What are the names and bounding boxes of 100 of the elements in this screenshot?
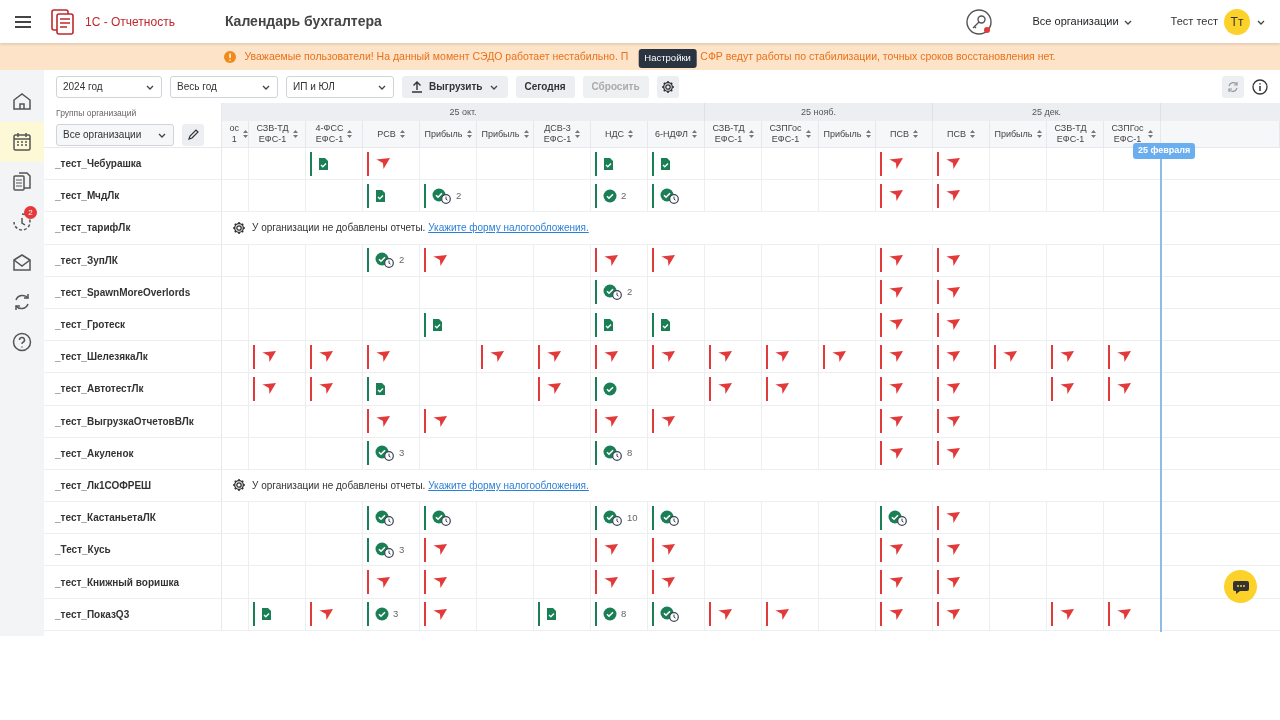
- column-header[interactable]: СЗВ-ТД ЕФС-1: [1047, 121, 1104, 148]
- column-header[interactable]: РСВ: [363, 121, 420, 148]
- column-header[interactable]: СЗПГос ЕФС-1: [1104, 121, 1161, 148]
- sidebar-item[interactable]: 2: [0, 202, 44, 242]
- check-clock-icon[interactable]: [375, 445, 395, 462]
- organization-name[interactable]: _тест_АвтотестЛк: [44, 373, 222, 405]
- period-select[interactable]: Весь год: [170, 75, 278, 98]
- app-name[interactable]: 1С - Отчетность: [85, 12, 175, 31]
- check-circle-icon[interactable]: [603, 188, 617, 203]
- check-clock-icon[interactable]: [603, 284, 623, 301]
- today-button[interactable]: Сегодня: [515, 75, 575, 98]
- entity-select[interactable]: ИП и ЮЛ: [286, 75, 394, 98]
- organization-name[interactable]: _тест_Лк1СОФРЕШ: [44, 469, 222, 502]
- column-header[interactable]: 6-НДФЛ: [648, 121, 705, 148]
- organization-name[interactable]: _тест_МчдЛк: [44, 180, 222, 212]
- document-check-icon[interactable]: [432, 317, 443, 332]
- column-header[interactable]: ос 1: [222, 121, 249, 148]
- document-check-icon[interactable]: [375, 188, 386, 203]
- sidebar-item[interactable]: [0, 122, 44, 162]
- arrow-icon[interactable]: [318, 607, 334, 621]
- arrow-icon[interactable]: [945, 414, 961, 428]
- document-check-icon[interactable]: [318, 156, 329, 171]
- check-clock-icon[interactable]: [375, 252, 395, 269]
- arrow-icon[interactable]: [432, 575, 448, 589]
- column-header[interactable]: ДСВ-3 ЕФС-1: [534, 121, 591, 148]
- menu-icon[interactable]: [15, 14, 31, 29]
- organization-name[interactable]: _тест_ШелезякаЛк: [44, 341, 222, 373]
- organization-name[interactable]: _тест_Чебурашка: [44, 148, 222, 180]
- arrow-icon[interactable]: [888, 189, 904, 203]
- arrow-icon[interactable]: [1116, 350, 1132, 364]
- arrow-icon[interactable]: [888, 285, 904, 299]
- check-clock-icon[interactable]: [660, 187, 680, 204]
- arrow-icon[interactable]: [1116, 607, 1132, 621]
- document-check-icon[interactable]: [546, 607, 557, 622]
- arrow-icon[interactable]: [774, 382, 790, 396]
- arrow-icon[interactable]: [945, 157, 961, 171]
- check-clock-icon[interactable]: [375, 541, 395, 558]
- settings-icon[interactable]: [232, 478, 246, 493]
- check-clock-icon[interactable]: [660, 509, 680, 526]
- column-header[interactable]: Прибыль: [819, 121, 876, 148]
- arrow-icon[interactable]: [888, 253, 904, 267]
- document-check-icon[interactable]: [603, 156, 614, 171]
- arrow-icon[interactable]: [945, 285, 961, 299]
- export-button[interactable]: Выгрузить: [402, 75, 508, 98]
- arrow-icon[interactable]: [945, 607, 961, 621]
- document-check-icon[interactable]: [660, 317, 671, 332]
- logo-icon[interactable]: [49, 8, 77, 35]
- arrow-icon[interactable]: [375, 414, 391, 428]
- arrow-icon[interactable]: [945, 511, 961, 525]
- arrow-icon[interactable]: [660, 253, 676, 267]
- column-header[interactable]: ПСВ: [876, 121, 933, 148]
- arrow-icon[interactable]: [774, 607, 790, 621]
- arrow-icon[interactable]: [888, 607, 904, 621]
- organization-name[interactable]: _тест_Гротеск: [44, 308, 222, 341]
- organization-name[interactable]: _тест_тарифЛк: [44, 212, 222, 244]
- check-clock-icon[interactable]: [375, 509, 395, 526]
- organization-name[interactable]: _тест_Книжный воришка: [44, 566, 222, 598]
- arrow-icon[interactable]: [603, 414, 619, 428]
- arrow-icon[interactable]: [774, 350, 790, 364]
- organization-name[interactable]: _тест_ЗупЛК: [44, 244, 222, 276]
- arrow-icon[interactable]: [888, 350, 904, 364]
- avatar[interactable]: Тт: [1224, 8, 1250, 35]
- column-header[interactable]: СЗВ-ТД ЕФС-1: [249, 121, 306, 148]
- chat-button[interactable]: [1224, 570, 1257, 603]
- arrow-icon[interactable]: [888, 157, 904, 171]
- check-circle-icon[interactable]: [375, 607, 389, 622]
- arrow-icon[interactable]: [318, 350, 334, 364]
- arrow-icon[interactable]: [432, 543, 448, 557]
- arrow-icon[interactable]: [1002, 350, 1018, 364]
- arrow-icon[interactable]: [1116, 382, 1132, 396]
- arrow-icon[interactable]: [945, 253, 961, 267]
- arrow-icon[interactable]: [375, 157, 391, 171]
- column-header[interactable]: СЗПГос ЕФС-1: [762, 121, 819, 148]
- arrow-icon[interactable]: [318, 382, 334, 396]
- arrow-icon[interactable]: [375, 350, 391, 364]
- arrow-icon[interactable]: [945, 350, 961, 364]
- arrow-icon[interactable]: [945, 575, 961, 589]
- arrow-icon[interactable]: [660, 543, 676, 557]
- organization-name[interactable]: _тест_Акуленок: [44, 437, 222, 469]
- tax-form-link[interactable]: Укажите форму налогообложения.: [428, 222, 589, 234]
- user-name[interactable]: Тест тест: [1170, 13, 1218, 30]
- check-clock-icon[interactable]: [888, 509, 908, 526]
- tax-form-link[interactable]: Укажите форму налогообложения.: [428, 479, 589, 491]
- organization-name[interactable]: _тест_SpawnMoreOverlords: [44, 276, 222, 308]
- arrow-icon[interactable]: [546, 350, 562, 364]
- arrow-icon[interactable]: [717, 350, 733, 364]
- organization-dropdown[interactable]: Все организации: [1032, 13, 1133, 30]
- column-header[interactable]: НДС: [591, 121, 648, 148]
- arrow-icon[interactable]: [432, 607, 448, 621]
- column-header[interactable]: Прибыль: [990, 121, 1047, 148]
- document-check-icon[interactable]: [261, 607, 272, 622]
- edit-button[interactable]: [182, 123, 204, 146]
- arrow-icon[interactable]: [1059, 350, 1075, 364]
- check-clock-icon[interactable]: [603, 509, 623, 526]
- arrow-icon[interactable]: [888, 543, 904, 557]
- check-clock-icon[interactable]: [660, 606, 680, 623]
- arrow-icon[interactable]: [432, 253, 448, 267]
- document-check-icon[interactable]: [660, 156, 671, 171]
- arrow-icon[interactable]: [888, 318, 904, 332]
- arrow-icon[interactable]: [660, 575, 676, 589]
